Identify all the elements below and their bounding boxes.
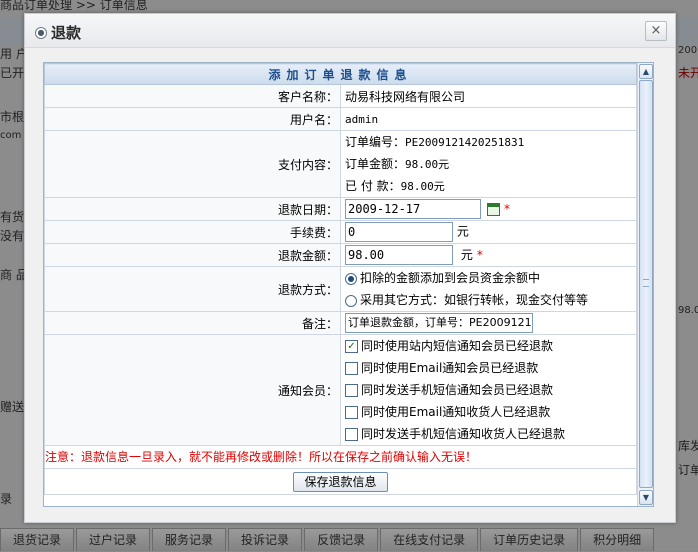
amount-unit: 元 [460,247,473,262]
bg-fragment: 98.0 [678,305,698,316]
bg-fragment: 赠送 [0,400,25,414]
payment-label: 支付内容： [44,130,341,198]
save-refund-button[interactable]: 保存退款信息 [293,471,388,492]
bg-fragment: 未开 [678,66,698,80]
notify-option[interactable]: 同时发送手机短信通知收货人已经退款 [345,423,632,445]
order-no-line: 订单编号：PE2009121420251831 [345,131,632,153]
customer-value: 动易科技网络有限公司 [340,84,637,108]
order-amount-label: 订单金额： [345,157,406,171]
dialog-header: ● 退款 × [25,14,675,48]
required-mark: * [504,201,510,216]
method-label: 退款方式： [44,266,341,312]
order-amount-value: 98.00元 [405,158,450,171]
vertical-scrollbar[interactable]: ▲ ▼ [637,63,653,506]
bg-tab: 退货记录 [0,528,75,551]
notify-option[interactable]: 同时发送手机短信通知会员已经退款 [345,379,632,401]
checkbox-checked-icon[interactable]: ✓ [345,340,358,353]
checkbox-icon[interactable] [345,362,358,375]
radio-selected-icon[interactable] [345,272,357,285]
refund-form: 添加订单退款信息 客户名称： 动易科技网络有限公司 用户名： admin 支付内… [44,63,637,506]
paid-line: 已 付 款：98.00元 [345,175,632,197]
notify-option-label: 同时使用Email通知收货人已经退款 [361,405,551,419]
amount-cell: 98.00 元 * [340,243,637,267]
scroll-up-icon[interactable]: ▲ [639,64,653,79]
bg-fragment: 市根 [0,110,25,124]
date-cell: 2009-12-17 * [340,197,637,221]
checkbox-icon[interactable] [345,428,358,441]
paid-value: 98.00元 [400,180,445,193]
remark-input[interactable]: 订单退款金额，订单号：PE2009121420 [345,313,533,333]
dialog-title: ● 退款 [35,22,81,43]
amount-label: 退款金额： [44,243,341,267]
button-row: 保存退款信息 [44,468,637,495]
method-cell: 扣除的金额添加到会员资金余额中 采用其它方式：如银行转帐，现金交付等等 [340,266,637,312]
bg-fragment: com [0,130,22,141]
breadcrumb: 商品订单处理 >> 订单信息 [0,0,148,12]
grip-icon [643,279,649,287]
fee-cell: 0 元 [340,220,637,244]
method-option[interactable]: 采用其它方式：如银行转帐，现金交付等等 [345,289,632,311]
notify-option[interactable]: 同时使用Email通知收货人已经退款 [345,401,632,423]
refund-date-input[interactable]: 2009-12-17 [345,199,481,219]
bg-tab: 过户记录 [76,528,151,551]
bg-tab: 在线支付记录 [380,528,479,551]
remark-cell: 订单退款金额，订单号：PE2009121420 [340,311,637,335]
bg-fragment: 库发 [678,439,698,453]
radio-icon[interactable] [345,294,357,307]
notify-option-label: 同时使用站内短信通知会员已经退款 [361,339,554,353]
checkbox-icon[interactable] [345,384,358,397]
bg-bottom-tabs: 退货记录 过户记录 服务记录 投诉记录 反馈记录 在线支付记录 订单历史记录 积… [0,528,698,551]
form-header: 添加订单退款信息 [44,63,637,85]
dialog-title-text: 退款 [51,24,82,42]
payment-content: 订单编号：PE2009121420251831 订单金额：98.00元 已 付 … [340,130,637,198]
fee-unit: 元 [456,224,469,239]
bg-tab: 反馈记录 [304,528,379,551]
scrollbar-thumb[interactable] [639,80,653,488]
bg-fragment: 没有 [0,229,25,243]
fee-label: 手续费： [44,220,341,244]
bg-fragment: 录 [0,492,13,506]
notify-option[interactable]: 同时使用Email通知会员已经退款 [345,357,632,379]
dialog-body: 添加订单退款信息 客户名称： 动易科技网络有限公司 用户名： admin 支付内… [43,62,654,507]
notify-option-label: 同时发送手机短信通知会员已经退款 [361,383,554,397]
method-option-label: 采用其它方式：如银行转帐，现金交付等等 [360,293,589,307]
refund-dialog: ● 退款 × 添加订单退款信息 客户名称： 动易科技网络有限公司 用户名： ad… [24,13,676,523]
username-value: admin [340,107,637,131]
paid-label: 已 付 款： [345,179,401,193]
method-option-label: 扣除的金额添加到会员资金余额中 [360,271,541,285]
fee-input[interactable]: 0 [345,222,453,242]
calendar-icon[interactable] [487,202,500,216]
notice-text: 注意：退款信息一旦录入，就不能再修改或删除！所以在保存之前确认输入无误！ [44,445,637,469]
bg-fragment: 已开 [0,66,25,80]
date-label: 退款日期： [44,197,341,221]
dialog-title-icon: ● [35,26,47,39]
order-no-value: PE2009121420251831 [405,136,525,149]
notify-label: 通知会员： [44,334,341,446]
bg-fragment: 200 [678,45,698,56]
close-button[interactable]: × [645,21,667,41]
refund-amount-input[interactable]: 98.00 [345,245,453,265]
bg-tab: 订单历史记录 [480,528,579,551]
username-label: 用户名： [44,107,341,131]
bg-fragment: 有货 [0,210,25,224]
required-mark: * [476,247,483,262]
bg-tab: 投诉记录 [228,528,303,551]
notify-option[interactable]: ✓ 同时使用站内短信通知会员已经退款 [345,335,632,357]
method-option[interactable]: 扣除的金额添加到会员资金余额中 [345,267,632,289]
order-amount-line: 订单金额：98.00元 [345,153,632,175]
scroll-down-icon[interactable]: ▼ [639,490,653,505]
notify-cell: ✓ 同时使用站内短信通知会员已经退款 同时使用Email通知会员已经退款 同时发送… [340,334,637,446]
bg-fragment: 订单 [678,463,698,477]
notify-option-label: 同时使用Email通知会员已经退款 [361,361,539,375]
remark-label: 备注： [44,311,341,335]
bg-tab: 服务记录 [152,528,227,551]
notify-option-label: 同时发送手机短信通知收货人已经退款 [361,427,566,441]
bg-tab: 积分明细 [580,528,655,551]
customer-label: 客户名称： [44,84,341,108]
order-no-label: 订单编号： [345,135,406,149]
checkbox-icon[interactable] [345,406,358,419]
